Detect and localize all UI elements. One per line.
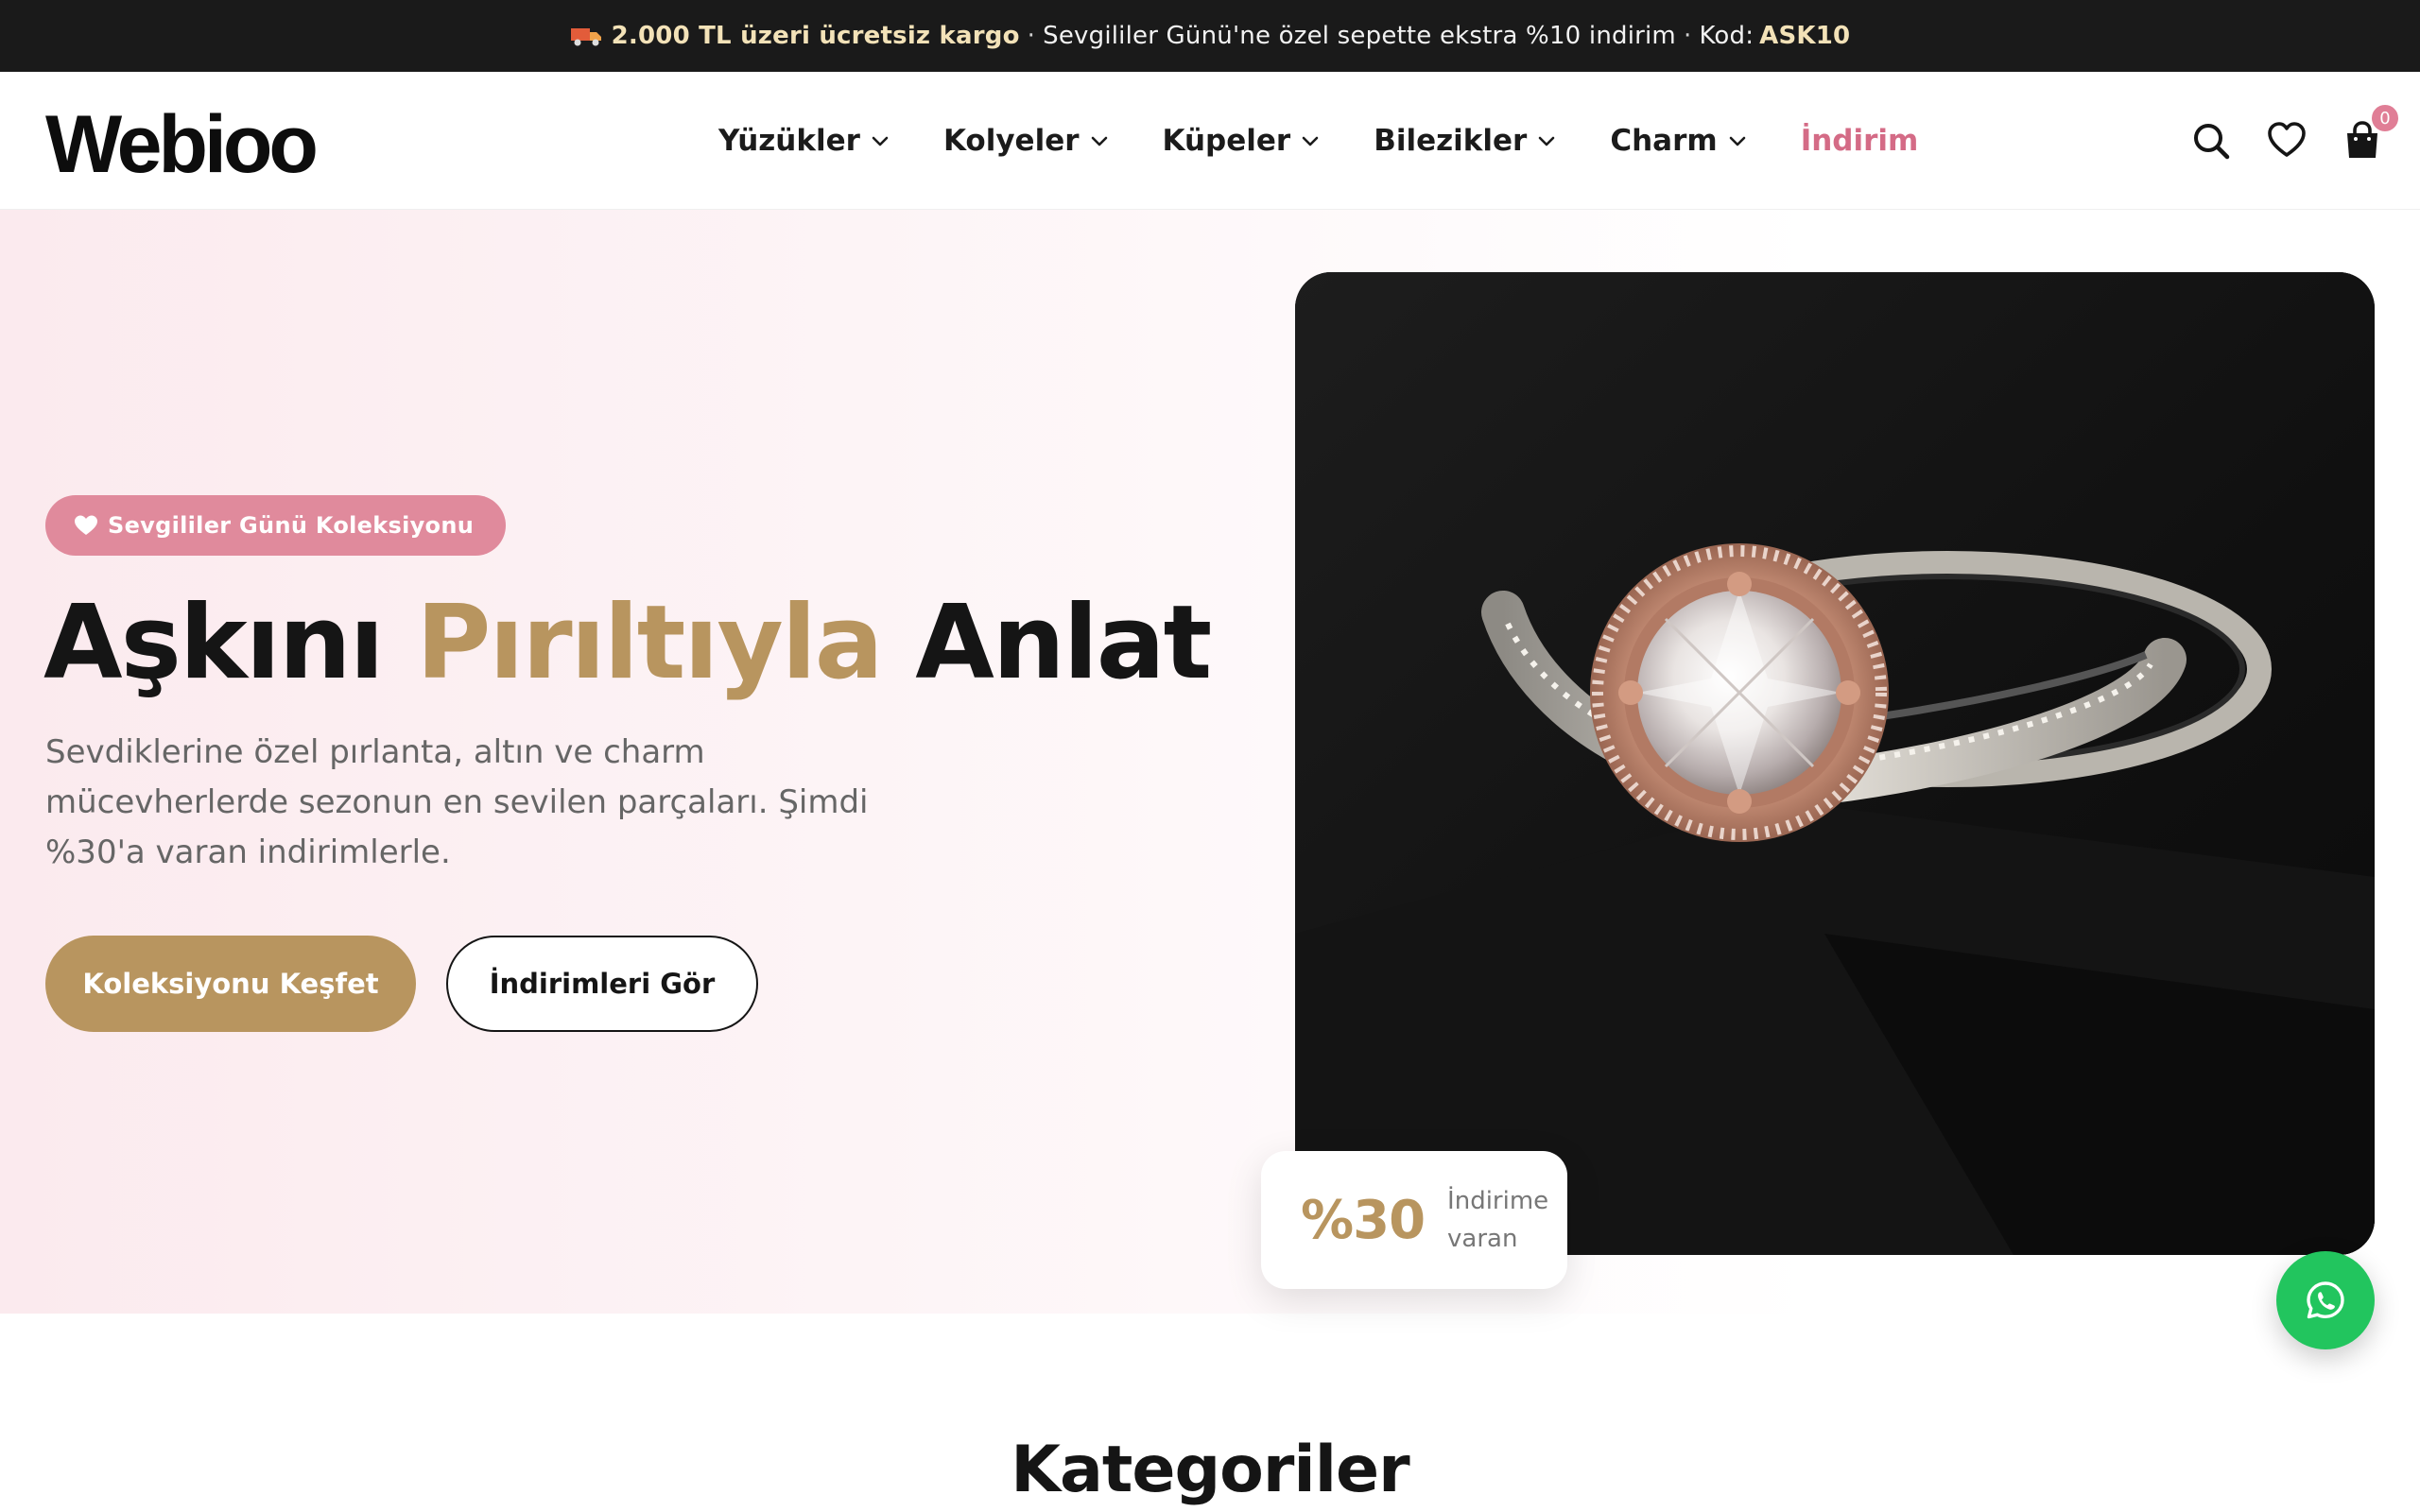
wishlist-button[interactable] [2267,121,2307,161]
header-actions: 0 [2191,72,2401,210]
nav-item-necklaces[interactable]: Kolyeler [943,124,1110,158]
chevron-down-icon [1539,136,1555,146]
nav-item-rings[interactable]: Yüzükler [718,124,890,158]
nav-item-label: Kolyeler [942,124,1080,158]
nav-item-sale[interactable]: İndirim [1801,124,1919,158]
hero-description: Sevdiklerine özel pırlanta, altın ve cha… [45,733,869,871]
announcement-bar: 2.000 TL üzeri ücretsiz kargo · Sevgilil… [0,0,2420,72]
headline-part-2: Anlat [915,584,1212,702]
badge-label: Sevgililer Günü Koleksiyonu [108,512,475,539]
headline-accent: Pırıltıyla [416,584,883,702]
chevron-down-icon [872,136,889,146]
nav-item-label: Küpeler [1162,124,1291,158]
search-icon [2194,124,2230,160]
chevron-down-icon [1091,136,1107,146]
hero-section: Sevgililer Günü Koleksiyonu Aşkını Pırıl… [0,210,2420,1314]
categories-title: Kategoriler [1011,1433,1409,1507]
separator: · [1683,22,1692,50]
cart-button[interactable]: 0 [2342,102,2401,161]
free-shipping-text: 2.000 TL üzeri ücretsiz kargo [611,22,1020,50]
truck-icon [570,28,601,46]
separator: · [1027,22,1036,50]
nav-item-label: Charm [1610,124,1718,158]
promo-text: Sevgililer Günü'ne özel sepette ekstra %… [1043,22,1676,50]
site-header: Webioo Yüzükler Kolyeler Küpeler Bilezik… [0,72,2420,210]
hero-product-image [1295,272,2375,1255]
promo-code: ASK10 [1759,22,1851,50]
chevron-down-icon [1729,136,1746,146]
main-nav: Yüzükler Kolyeler Küpeler Bilezikler Cha… [718,72,1918,210]
nav-item-label: Bilezikler [1374,124,1528,158]
headline-part-1: Aşkını [43,584,385,702]
cart-count-badge: 0 [2369,102,2401,134]
logo[interactable]: Webioo [45,102,319,187]
heart-icon [2268,122,2306,157]
collection-badge: Sevgililer Günü Koleksiyonu [45,495,507,556]
ring-photo [1295,272,2375,1255]
nav-item-charm[interactable]: Charm [1610,124,1747,158]
view-discounts-button[interactable]: İndirimleri Gör [446,936,758,1032]
heart-icon [75,515,97,535]
discount-value: %30 [1301,1189,1426,1251]
nav-item-label: İndirim [1800,124,1919,158]
promo-code-label: Kod: [1699,22,1754,50]
explore-collection-button[interactable]: Koleksiyonu Keşfet [45,936,416,1032]
discount-card: %30 İndirime varan [1261,1151,1567,1289]
nav-item-bracelets[interactable]: Bilezikler [1374,124,1557,158]
search-button[interactable] [2191,121,2231,161]
discount-label: İndirime varan [1447,1187,1549,1253]
nav-item-label: Yüzükler [718,124,860,158]
nav-item-earrings[interactable]: Küpeler [1163,124,1322,158]
hero-headline: Aşkını Pırıltıyla Anlat [43,584,1212,702]
whatsapp-button[interactable] [2276,1251,2375,1349]
chevron-down-icon [1302,136,1319,146]
whatsapp-icon [2307,1281,2344,1319]
